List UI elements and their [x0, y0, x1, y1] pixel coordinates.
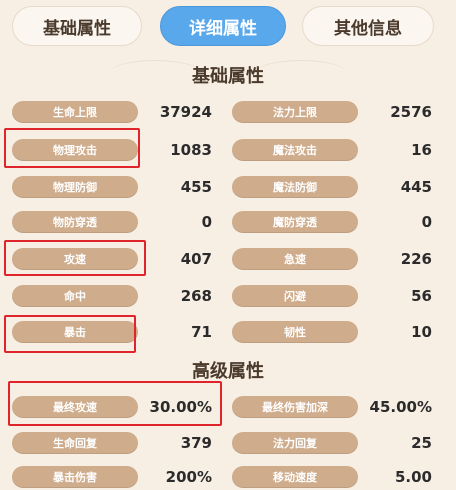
stat-value: 0 [421, 213, 432, 231]
highlight-box [4, 240, 146, 276]
tab-detailed-attributes[interactable]: 详细属性 [160, 6, 286, 46]
stat-label: 韧性 [232, 321, 358, 343]
stat-label: 最终伤害加深 [232, 396, 358, 418]
stat-value: 56 [411, 287, 432, 305]
stat-label: 魔防穿透 [232, 211, 358, 233]
stat-value: 37924 [159, 103, 212, 121]
stat-value: 71 [191, 323, 212, 341]
highlight-box [8, 381, 222, 426]
tab-basic-attributes[interactable]: 基础属性 [12, 6, 142, 46]
stat-label: 暴击伤害 [12, 466, 138, 488]
stat-label: 生命回复 [12, 432, 138, 454]
stat-label: 法力上限 [232, 101, 358, 123]
stat-value: 1083 [170, 141, 212, 159]
stat-label: 法力回复 [232, 432, 358, 454]
stat-label: 命中 [12, 285, 138, 307]
stat-value: 0 [201, 213, 212, 231]
stat-value: 226 [400, 250, 432, 268]
stat-value: 268 [180, 287, 212, 305]
stat-value: 25 [411, 434, 432, 452]
stat-value: 5.00 [394, 468, 432, 486]
section-title-basic: 基础属性 [192, 66, 264, 87]
stat-label: 急速 [232, 248, 358, 270]
stat-label: 物理防御 [12, 176, 138, 198]
highlight-box [4, 128, 140, 168]
stat-label: 魔法攻击 [232, 139, 358, 161]
stat-value: 379 [180, 434, 212, 452]
stat-value: 445 [400, 178, 432, 196]
stat-value: 16 [411, 141, 432, 159]
stat-label: 物防穿透 [12, 211, 138, 233]
stat-value: 455 [180, 178, 212, 196]
stat-label: 移动速度 [232, 466, 358, 488]
tab-other-info[interactable]: 其他信息 [302, 6, 434, 46]
stat-value: 45.00% [369, 398, 432, 416]
highlight-box [4, 315, 136, 353]
stat-label: 闪避 [232, 285, 358, 307]
stat-value: 2576 [390, 103, 432, 121]
stat-label: 生命上限 [12, 101, 138, 123]
stat-value: 200% [165, 468, 212, 486]
tab-bar: 基础属性 详细属性 其他信息 [0, 0, 456, 54]
stat-value: 407 [180, 250, 212, 268]
stat-label: 魔法防御 [232, 176, 358, 198]
section-title-advanced: 高级属性 [192, 361, 264, 382]
stat-value: 10 [411, 323, 432, 341]
